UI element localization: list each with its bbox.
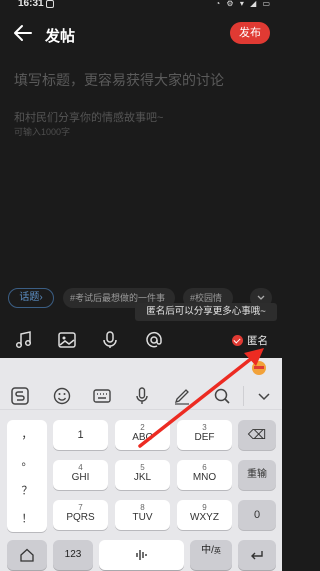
sogou-logo-icon[interactable] [10, 386, 30, 406]
topic-label: 话题 [19, 292, 40, 303]
punctuation-column: ， 。 ？ ！ [7, 420, 47, 532]
voice-bars-icon [135, 550, 147, 560]
topic-arrow-icon: › [39, 292, 43, 303]
publish-button[interactable]: 发布 [230, 22, 270, 44]
divider [243, 386, 244, 406]
symbols-key[interactable] [7, 540, 47, 570]
status-bar: 16:31 ◔ ⚙ ▾ ◢ ▭ [0, 0, 282, 12]
key-2[interactable]: 2 ABC [115, 420, 170, 450]
image-icon[interactable] [57, 330, 77, 350]
key-4[interactable]: 4 GHI [53, 460, 108, 490]
punct-period[interactable]: 。 [7, 453, 47, 469]
chevron-down-icon [257, 295, 265, 300]
mention-icon[interactable] [144, 330, 164, 350]
chevron-down-icon[interactable] [254, 386, 274, 406]
voice-input-icon[interactable] [132, 386, 152, 406]
char-limit-hint: 可输入1000字 [14, 127, 71, 137]
checked-icon [232, 335, 243, 346]
punct-question[interactable]: ？ [7, 482, 47, 498]
keyboard-layout-icon[interactable] [92, 386, 112, 406]
language-toggle-key[interactable]: 中/英 [190, 540, 232, 570]
space-key[interactable] [99, 540, 184, 570]
topic-button[interactable]: 话题› [8, 288, 54, 308]
lock-icon [46, 0, 54, 8]
anonymous-tooltip: 匿名后可以分享更多心事哦~ [135, 303, 277, 321]
header: 发帖 发布 [0, 12, 282, 56]
status-indicators: ◔ ⚙ ▾ ◢ ▭ [215, 0, 272, 8]
title-placeholder: 填写标题，更容易获得大家的讨论 [14, 72, 224, 88]
status-time: 16:31 [18, 0, 44, 9]
back-arrow-icon[interactable] [12, 22, 34, 44]
body-input-placeholder[interactable]: 和村民们分享你的情感故事吧~ [14, 109, 163, 125]
emoji-icon[interactable] [52, 386, 72, 406]
punct-exclamation[interactable]: ！ [7, 510, 47, 526]
music-icon[interactable] [14, 330, 34, 350]
language-sub-label: 英 [213, 548, 221, 555]
key-9[interactable]: 9 WXYZ [177, 500, 232, 530]
mascot-icon[interactable] [250, 360, 268, 376]
language-label: 中/ [201, 545, 214, 556]
key-6[interactable]: 6 MNO [177, 460, 232, 490]
delete-key[interactable]: ⌫ [238, 420, 276, 450]
keyboard-top-strip [0, 358, 282, 376]
compose-toolbar: 匿名 [0, 322, 282, 358]
enter-key[interactable] [238, 540, 276, 570]
key-7[interactable]: 7 PQRS [53, 500, 108, 530]
key-1[interactable]: 1 [53, 420, 108, 450]
zero-key[interactable]: 0 [238, 500, 276, 530]
keyboard-toolbar [0, 382, 282, 410]
anonymous-label: 匿名 [247, 335, 268, 347]
key-3[interactable]: 3 DEF [177, 420, 232, 450]
home-icon [20, 548, 34, 562]
punct-comma[interactable]: ， [7, 426, 47, 442]
title-input[interactable]: 填写标题，更容易获得大家的讨论 [14, 70, 270, 90]
handwriting-icon[interactable] [172, 386, 192, 406]
key-8[interactable]: 8 TUV [115, 500, 170, 530]
key-5[interactable]: 5 JKL [115, 460, 170, 490]
reset-key[interactable]: 重输 [238, 460, 276, 490]
page-title: 发帖 [45, 28, 76, 45]
enter-arrow-icon [251, 551, 263, 560]
microphone-icon[interactable] [100, 330, 120, 350]
keyboard: ， 。 ？ ！ 1 2 ABC 3 DEF 4 GHI 5 JKL 6 MNO 7 PQRS… [0, 358, 282, 571]
number-mode-key[interactable]: 123 [53, 540, 93, 570]
search-icon[interactable] [212, 386, 232, 406]
